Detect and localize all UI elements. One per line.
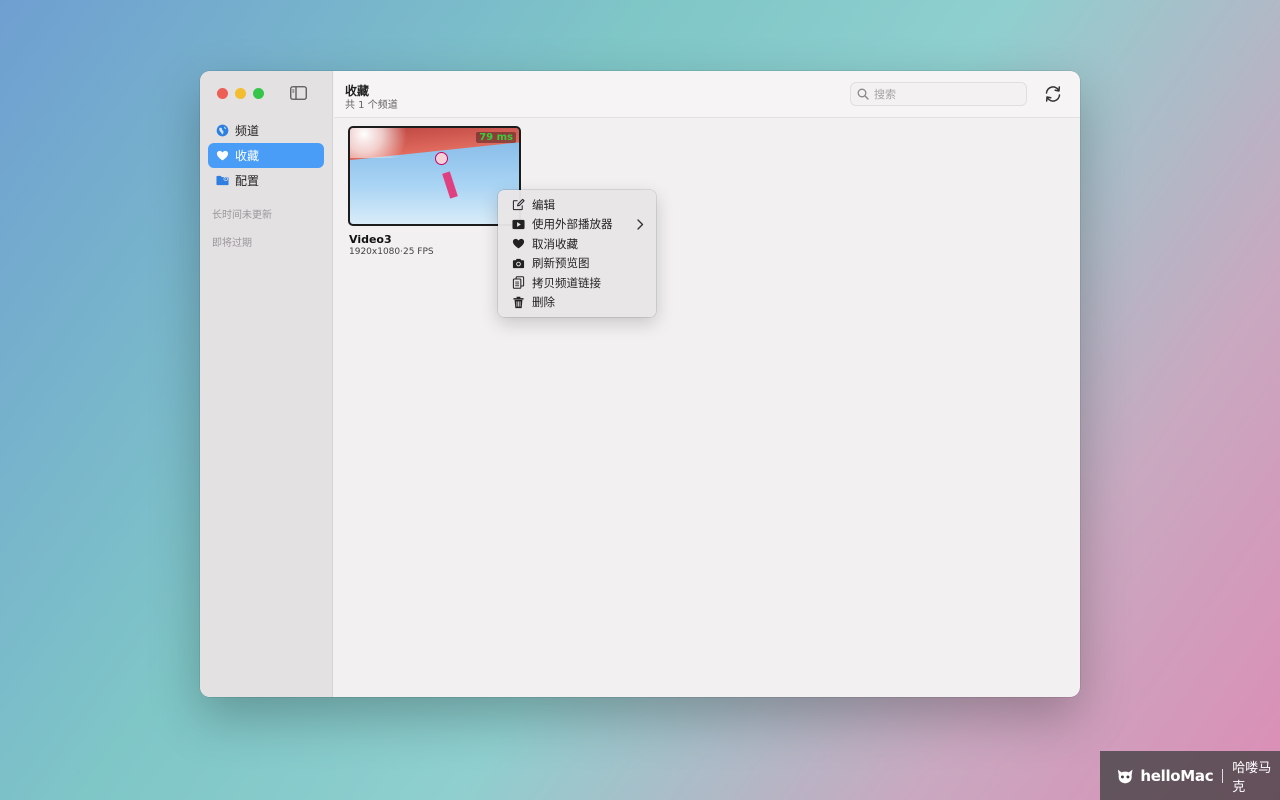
menu-item-label: 删除 (532, 295, 555, 310)
sidebar-item-label: 收藏 (235, 149, 260, 163)
menu-item-label: 使用外部播放器 (532, 217, 613, 232)
edit-icon (512, 199, 525, 211)
channel-count: 共 1 个频道 (345, 100, 398, 111)
menu-item-copy-link[interactable]: 拷贝频道链接 (498, 273, 656, 293)
channel-meta: 1920x1080·25 FPS (349, 247, 434, 257)
hellomac-logo-icon (1117, 769, 1133, 783)
menu-item-label: 取消收藏 (532, 236, 578, 251)
app-window: 频道 收藏 配置 长时间未更新 即将过期 收藏 共 1 个频道 搜索 79 ms… (200, 71, 1080, 697)
sidebar-item-favorites[interactable]: 收藏 (208, 143, 324, 168)
menu-item-label: 拷贝频道链接 (532, 275, 601, 290)
play-icon (512, 219, 525, 229)
menu-item-edit[interactable]: 编辑 (498, 195, 656, 215)
watermark: helloMac 哈喽马克 (1100, 751, 1280, 800)
thumbnail-chime-strip (442, 171, 458, 199)
channel-name: Video3 (349, 233, 392, 246)
sidebar-item-channels[interactable]: 频道 (208, 118, 324, 143)
sidebar-section-stale[interactable]: 长时间未更新 (200, 206, 272, 221)
menu-item-refresh-preview[interactable]: 刷新预览图 (498, 254, 656, 274)
sidebar-section-expiring[interactable]: 即将过期 (200, 234, 252, 249)
menu-item-label: 编辑 (532, 197, 555, 212)
refresh-icon[interactable] (1043, 84, 1063, 104)
trash-icon (513, 296, 524, 308)
menu-item-delete[interactable]: 删除 (498, 293, 656, 313)
watermark-cn: 哈喽马克 (1232, 760, 1272, 795)
toolbar: 收藏 共 1 个频道 (334, 71, 1080, 118)
search-input[interactable] (874, 87, 1014, 101)
heart-filled-icon (512, 239, 525, 249)
close-button[interactable] (217, 88, 228, 99)
globe-icon (216, 124, 229, 137)
thumbnail-glare (350, 128, 420, 158)
chevron-right-icon (637, 218, 644, 230)
sidebar-toggle-icon[interactable] (290, 86, 307, 100)
sidebar-item-config[interactable]: 配置 (208, 168, 324, 193)
search-field[interactable] (850, 82, 1027, 106)
watermark-separator (1222, 768, 1224, 783)
main-content: 收藏 共 1 个频道 79 ms (334, 71, 1080, 697)
heart-icon (216, 150, 229, 161)
channel-card[interactable]: 79 ms Video3 1920x1080·25 FPS (348, 126, 521, 257)
search-icon (857, 88, 869, 100)
thumbnail-wind-chime (435, 152, 448, 165)
latency-badge: 79 ms (476, 132, 516, 143)
menu-item-unfavorite[interactable]: 取消收藏 (498, 234, 656, 254)
camera-icon (512, 258, 525, 268)
minimize-button[interactable] (235, 88, 246, 99)
menu-item-external-player[interactable]: 使用外部播放器 (498, 215, 656, 235)
zoom-button[interactable] (253, 88, 264, 99)
sidebar-item-label: 频道 (235, 124, 260, 138)
menu-item-label: 刷新预览图 (532, 256, 590, 271)
sidebar: 频道 收藏 配置 长时间未更新 即将过期 (200, 71, 333, 697)
window-controls (217, 88, 264, 99)
watermark-brand: helloMac (1140, 766, 1214, 785)
sidebar-item-label: 配置 (235, 174, 260, 188)
context-menu: 编辑 使用外部播放器 取消收藏 刷新预览图 拷贝频道链接 删除 (498, 190, 656, 317)
folder-settings-icon (216, 175, 229, 186)
sidebar-nav: 频道 收藏 配置 (208, 118, 324, 193)
copy-icon (512, 276, 525, 290)
channel-thumbnail[interactable]: 79 ms (348, 126, 521, 226)
